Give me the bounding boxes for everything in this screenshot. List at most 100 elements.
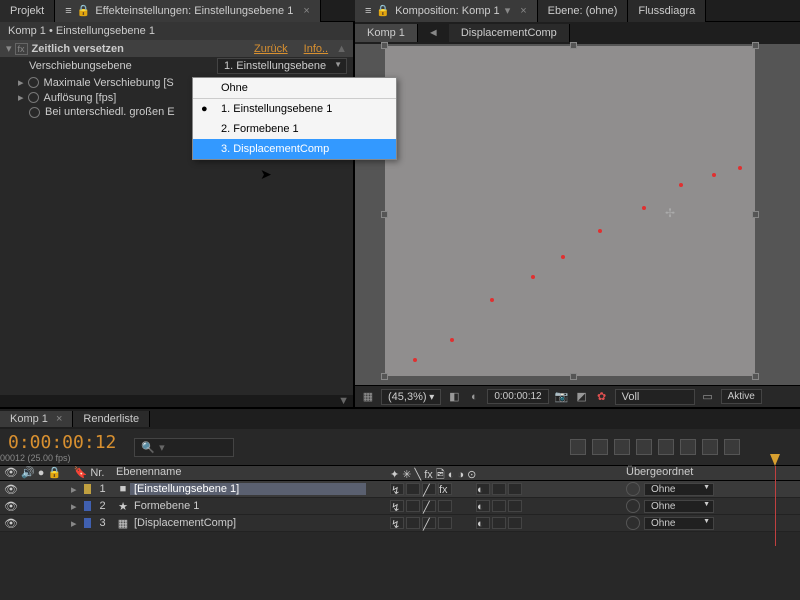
switch-track[interactable]	[492, 483, 506, 495]
menu-item-ohne[interactable]: Ohne	[193, 78, 396, 99]
switch-mode[interactable]: ◐	[476, 517, 490, 529]
timeline-search-input[interactable]: 🔍▾	[134, 438, 234, 457]
transform-handle[interactable]	[752, 373, 759, 380]
switch-motion-blur[interactable]: ↯	[390, 500, 404, 512]
comp-tab-komp1[interactable]: Komp 1	[355, 24, 418, 42]
view-icon[interactable]: ▭	[701, 390, 715, 404]
pickwhip-icon[interactable]	[626, 516, 640, 530]
tab-projekt[interactable]: Projekt	[0, 0, 55, 22]
comp-tab-displacement[interactable]: DisplacementComp	[449, 24, 570, 42]
collapse-arrow-icon[interactable]: ▾	[6, 42, 12, 55]
tool-icon[interactable]	[614, 439, 630, 455]
timeline-layer-row[interactable]: 👁▸1■[Einstellungsebene 1]↯╱fx◐Ohne	[0, 481, 800, 498]
info-button[interactable]: Info..	[304, 43, 328, 55]
tool-icon[interactable]	[592, 439, 608, 455]
stopwatch-icon[interactable]	[29, 107, 40, 118]
switch-fx[interactable]	[438, 517, 452, 529]
layer-icon[interactable]: ◧	[447, 390, 461, 404]
visibility-toggle-icon[interactable]: 👁	[4, 500, 18, 513]
audio-header-icon[interactable]: 🔊	[21, 467, 35, 479]
transform-handle[interactable]	[752, 211, 759, 218]
tab-flussdiagramm[interactable]: Flussdiagra	[628, 0, 706, 22]
timeline-layer-row[interactable]: 👁▸3▦[DisplacementComp]↯╱◐Ohne	[0, 515, 800, 532]
transform-handle[interactable]	[752, 42, 759, 49]
snapshot-icon[interactable]: 📷	[555, 390, 569, 404]
stopwatch-icon[interactable]	[28, 92, 39, 103]
tool-icon[interactable]	[680, 439, 696, 455]
transform-handle[interactable]	[381, 373, 388, 380]
expand-arrow-icon[interactable]: ▸	[68, 483, 80, 496]
switch-adjustment[interactable]	[406, 500, 420, 512]
switch-adjustment[interactable]	[406, 483, 420, 495]
tool-icon[interactable]	[702, 439, 718, 455]
pickwhip-icon[interactable]	[626, 499, 640, 513]
resolution-dropdown[interactable]: Voll	[615, 389, 695, 405]
active-camera-dropdown[interactable]: Aktive	[721, 389, 762, 404]
timeline-layer-row[interactable]: 👁▸2★Formebene 1↯╱◐Ohne	[0, 498, 800, 515]
switch-quality[interactable]: ╱	[422, 500, 436, 512]
expand-arrow-icon[interactable]: ▸	[68, 517, 80, 530]
switch-quality[interactable]: ╱	[422, 483, 436, 495]
layer-dropdown[interactable]: 1. Einstellungsebene	[217, 58, 347, 74]
parent-dropdown[interactable]: Ohne	[644, 517, 714, 530]
tool-icon[interactable]	[724, 439, 740, 455]
switch-fx[interactable]: fx	[438, 483, 452, 495]
grid-icon[interactable]: ▦	[361, 390, 375, 404]
mask-icon[interactable]: ◐	[467, 390, 481, 404]
current-timecode[interactable]: 0:00:00:12	[0, 432, 124, 453]
reset-button[interactable]: Zurück	[254, 43, 288, 55]
tool-icon[interactable]	[658, 439, 674, 455]
comp-nav-back-icon[interactable]: ◄	[418, 27, 449, 39]
scroll-down-icon[interactable]: ▼	[0, 395, 353, 407]
layer-name[interactable]: Formebene 1	[130, 500, 366, 512]
fx-badge-icon[interactable]: fx	[15, 43, 28, 55]
anchor-point-icon[interactable]: ✢	[665, 206, 675, 220]
switch-fx[interactable]	[438, 500, 452, 512]
label-color-chip[interactable]	[84, 501, 91, 511]
color-mgmt-icon[interactable]: ✿	[595, 390, 609, 404]
switch-mode[interactable]: ◐	[476, 500, 490, 512]
close-icon[interactable]: ×	[303, 5, 309, 17]
close-icon[interactable]: ×	[520, 5, 526, 17]
transform-handle[interactable]	[570, 42, 577, 49]
region-icon[interactable]: ◩	[575, 390, 589, 404]
menu-item-displacementcomp[interactable]: 3. DisplacementComp	[193, 139, 396, 159]
switch-track[interactable]	[492, 517, 506, 529]
tab-komposition[interactable]: ≡ 🔒 Komposition: Komp 1 ▾ ×	[355, 0, 538, 22]
label-color-chip[interactable]	[84, 518, 91, 528]
expand-arrow-icon[interactable]: ▸	[18, 91, 24, 104]
switch-motion-blur[interactable]: ↯	[390, 517, 404, 529]
expand-arrow-icon[interactable]: ▸	[18, 76, 24, 89]
parent-dropdown[interactable]: Ohne	[644, 483, 714, 496]
switch-motion-blur[interactable]: ↯	[390, 483, 404, 495]
tab-ebene[interactable]: Ebene: (ohne)	[538, 0, 629, 22]
parent-dropdown[interactable]: Ohne	[644, 500, 714, 513]
timeline-tab-renderliste[interactable]: Renderliste	[73, 411, 150, 427]
switch-collapse[interactable]	[508, 500, 522, 512]
label-color-chip[interactable]	[84, 484, 91, 494]
switch-track[interactable]	[492, 500, 506, 512]
composition-viewport[interactable]: ✢	[355, 44, 800, 385]
switch-adjustment[interactable]	[406, 517, 420, 529]
tool-icon[interactable]	[636, 439, 652, 455]
transform-handle[interactable]	[381, 211, 388, 218]
comp-canvas[interactable]: ✢	[385, 46, 755, 376]
switch-quality[interactable]: ╱	[422, 517, 436, 529]
visibility-toggle-icon[interactable]: 👁	[4, 483, 18, 496]
scroll-up-icon[interactable]: ▲	[336, 43, 347, 55]
effect-name[interactable]: Zeitlich versetzen	[32, 43, 246, 55]
switch-collapse[interactable]	[508, 483, 522, 495]
switch-mode[interactable]: ◐	[476, 483, 490, 495]
visibility-header-icon[interactable]: 👁	[4, 467, 18, 479]
layer-name[interactable]: [Einstellungsebene 1]	[130, 483, 366, 495]
timeline-tab-komp1[interactable]: Komp 1 ×	[0, 411, 73, 427]
close-icon[interactable]: ×	[56, 413, 62, 425]
layer-name[interactable]: [DisplacementComp]	[130, 517, 366, 529]
tool-icon[interactable]	[570, 439, 586, 455]
zoom-dropdown[interactable]: (45,3%) ▾	[381, 389, 441, 405]
menu-item-formebene[interactable]: 2. Formebene 1	[193, 119, 396, 139]
expand-arrow-icon[interactable]: ▸	[68, 500, 80, 513]
current-time[interactable]: 0:00:00:12	[487, 389, 548, 404]
transform-handle[interactable]	[570, 373, 577, 380]
menu-item-einstellungsebene[interactable]: 1. Einstellungsebene 1	[193, 99, 396, 119]
